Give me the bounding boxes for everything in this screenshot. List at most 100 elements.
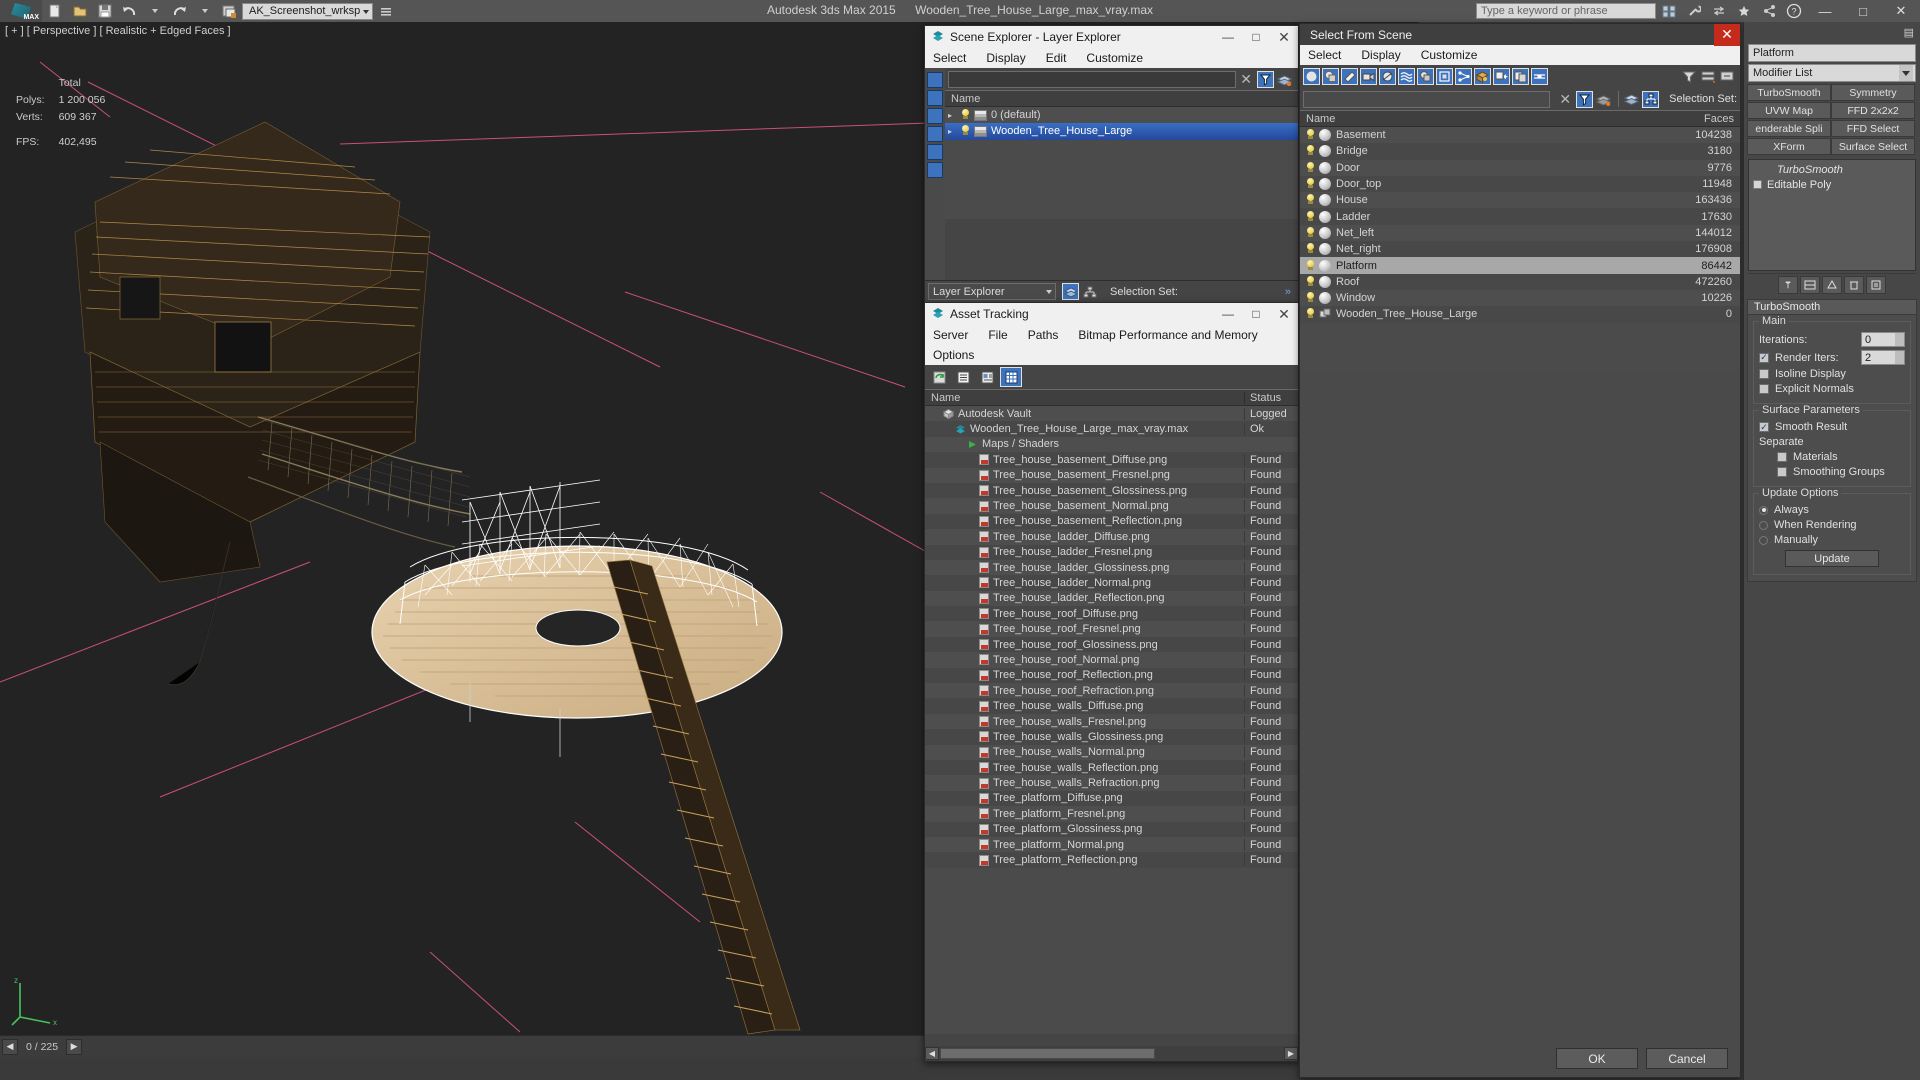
asset-tracking-maximize[interactable]: □ (1242, 303, 1270, 325)
sfs-list-header[interactable]: Name Faces (1300, 110, 1740, 127)
scene-object-row[interactable]: Basement 104238 (1300, 127, 1740, 144)
scene-object-row[interactable]: Window 10226 (1300, 289, 1740, 307)
modifier-button[interactable]: enderable Spli (1747, 120, 1831, 137)
frame-prev-button[interactable]: ◀ (2, 1038, 18, 1055)
asset-row[interactable]: Autodesk Vault Logged (925, 406, 1298, 422)
command-panel-tabs[interactable]: ▤ (1744, 22, 1920, 42)
footer-hierarchy-icon[interactable] (1081, 283, 1098, 300)
explorer-mode-combo[interactable]: Layer Explorer (928, 283, 1056, 300)
spinner-arrows-icon[interactable] (1895, 351, 1904, 364)
collapse-all-icon[interactable] (1718, 68, 1735, 85)
select-from-scene-window[interactable]: Select From Scene ✕ Select Display Custo… (1299, 23, 1741, 1078)
modifier-stack-tools[interactable] (1748, 273, 1916, 295)
modifier-stack-item[interactable]: TurboSmooth (1749, 162, 1915, 177)
maximize-button[interactable]: □ (1844, 0, 1882, 22)
scene-explorer-side-toolbar[interactable] (925, 68, 945, 302)
thumbnail-view-icon[interactable] (976, 367, 998, 387)
expand-more-icon[interactable]: » (1285, 286, 1295, 298)
scene-object-row[interactable]: Wooden_Tree_House_Large 0 (1300, 306, 1740, 323)
asset-row[interactable]: Tree_house_basement_Reflection.png Found (925, 513, 1298, 530)
modifier-button[interactable]: Surface Select (1831, 138, 1915, 155)
update-manually-row[interactable]: Manually (1759, 534, 1905, 546)
asset-tracking-list-header[interactable]: Name Status (925, 389, 1298, 406)
scene-explorer-menu-display[interactable]: Display (986, 51, 1025, 65)
materials-checkbox[interactable] (1777, 452, 1787, 462)
workspace-menu-icon[interactable] (373, 0, 398, 22)
smoothing-groups-checkbox[interactable] (1777, 467, 1787, 477)
share-icon[interactable] (1756, 0, 1781, 22)
command-panel[interactable]: ▤ Platform Modifier List TurboSmooth Symm… (1743, 22, 1920, 1080)
asset-menu-paths[interactable]: Paths (1028, 328, 1059, 342)
modifier-button[interactable]: XForm (1747, 138, 1831, 155)
smooth-result-row[interactable]: ✓ Smooth Result (1759, 421, 1905, 433)
layout-grid-icon[interactable] (1656, 0, 1681, 22)
asset-row[interactable]: Tree_house_roof_Normal.png Found (925, 652, 1298, 668)
sfs-menu-display[interactable]: Display (1361, 48, 1400, 62)
light-bulb-icon[interactable] (1305, 178, 1316, 190)
refresh-icon[interactable] (928, 367, 950, 387)
scene-explorer-menu-edit[interactable]: Edit (1046, 51, 1067, 65)
make-unique-icon[interactable] (1822, 275, 1842, 294)
asset-row[interactable]: Tree_house_walls_Refraction.png Found (925, 775, 1298, 791)
modifier-stack[interactable]: TurboSmooth Editable Poly (1748, 159, 1916, 271)
expand-all-icon[interactable] (1699, 68, 1716, 85)
side-tool-geometry-icon[interactable] (927, 90, 943, 106)
close-button[interactable]: ✕ (1882, 0, 1920, 22)
asset-row[interactable]: Tree_house_basement_Glossiness.png Found (925, 482, 1298, 499)
modifier-button[interactable]: FFD Select (1831, 120, 1915, 137)
scene-explorer-filter-row[interactable]: ✕ (945, 68, 1298, 90)
asset-row[interactable]: Tree_platform_Normal.png Found (925, 836, 1298, 853)
light-bulb-icon[interactable] (1305, 243, 1316, 255)
undo-icon[interactable] (117, 0, 142, 22)
asset-row[interactable]: Tree_house_ladder_Fresnel.png Found (925, 544, 1298, 560)
light-bulb-icon[interactable] (1305, 194, 1316, 206)
isoline-display-row[interactable]: Isoline Display (1759, 368, 1905, 380)
select-from-scene-titlebar[interactable]: Select From Scene ✕ (1300, 23, 1740, 46)
asset-row[interactable]: Tree_platform_Glossiness.png Found (925, 821, 1298, 837)
asset-tracking-toolbar[interactable] (925, 365, 1298, 389)
asset-tracking-hscrollbar[interactable]: ◀ ▶ (925, 1046, 1298, 1061)
turbosmooth-rollup-title[interactable]: TurboSmooth (1748, 300, 1916, 315)
cancel-button[interactable]: Cancel (1646, 1048, 1728, 1069)
asset-tracking-titlebar[interactable]: Asset Tracking — □ ✕ (925, 303, 1298, 325)
scene-explorer-menu-select[interactable]: Select (933, 51, 966, 65)
filter-freeze-icon[interactable] (1531, 68, 1548, 85)
filter-shapes-icon[interactable] (1322, 68, 1339, 85)
asset-tracking-list[interactable]: Autodesk Vault Logged Wooden_Tree_House_La… (925, 406, 1298, 1034)
filter-groups-icon[interactable] (1417, 68, 1434, 85)
modifier-button[interactable]: TurboSmooth (1747, 84, 1831, 101)
stack-item-checkbox[interactable] (1753, 180, 1762, 189)
update-when-rendering-radio[interactable] (1759, 520, 1768, 530)
update-button[interactable]: Update (1785, 550, 1879, 567)
scroll-right-arrow-icon[interactable]: ▶ (1284, 1047, 1298, 1060)
sort-icon[interactable] (1680, 68, 1697, 85)
asset-row[interactable]: Tree_platform_Fresnel.png Found (925, 806, 1298, 822)
update-always-row[interactable]: Always (1759, 504, 1905, 516)
asset-row[interactable]: Tree_house_walls_Normal.png Found (925, 744, 1298, 760)
asset-row[interactable]: Tree_house_roof_Reflection.png Found (925, 667, 1298, 684)
light-bulb-icon[interactable] (1305, 275, 1316, 288)
asset-tracking-close[interactable]: ✕ (1270, 303, 1298, 325)
scene-object-row[interactable]: Door 9776 (1300, 159, 1740, 176)
sfs-menu-customize[interactable]: Customize (1421, 48, 1478, 62)
filter-containers-icon[interactable] (1474, 68, 1491, 85)
asset-row[interactable]: Tree_platform_Reflection.png Found (925, 852, 1298, 868)
expander-icon[interactable]: ▸ (945, 111, 955, 120)
iterations-row[interactable]: Iterations: 0 (1759, 332, 1905, 347)
side-tool-camera-icon[interactable] (927, 144, 943, 160)
open-file-icon[interactable] (67, 0, 92, 22)
scene-object-row[interactable]: Roof 472260 (1300, 273, 1740, 290)
explicit-normals-row[interactable]: Explicit Normals (1759, 383, 1905, 395)
scene-explorer-minimize[interactable]: — (1214, 26, 1242, 48)
search-input[interactable]: Type a keyword or phrase (1476, 3, 1656, 19)
asset-row[interactable]: Tree_house_ladder_Glossiness.png Found (925, 559, 1298, 576)
scene-explorer-footer[interactable]: Layer Explorer Selection Set: » (925, 280, 1298, 302)
select-from-scene-close[interactable]: ✕ (1714, 23, 1740, 46)
turbosmooth-rollup[interactable]: TurboSmooth Main Iterations: 0 ✓ Render … (1747, 299, 1917, 582)
asset-row[interactable]: Tree_house_roof_Fresnel.png Found (925, 621, 1298, 637)
filter-geometry-icon[interactable] (1303, 68, 1320, 85)
sfs-menu-select[interactable]: Select (1308, 48, 1341, 62)
modifier-stack-item[interactable]: Editable Poly (1749, 177, 1915, 192)
configure-modifier-sets-icon[interactable] (1866, 275, 1886, 294)
scene-object-row[interactable]: House 163436 (1300, 192, 1740, 209)
